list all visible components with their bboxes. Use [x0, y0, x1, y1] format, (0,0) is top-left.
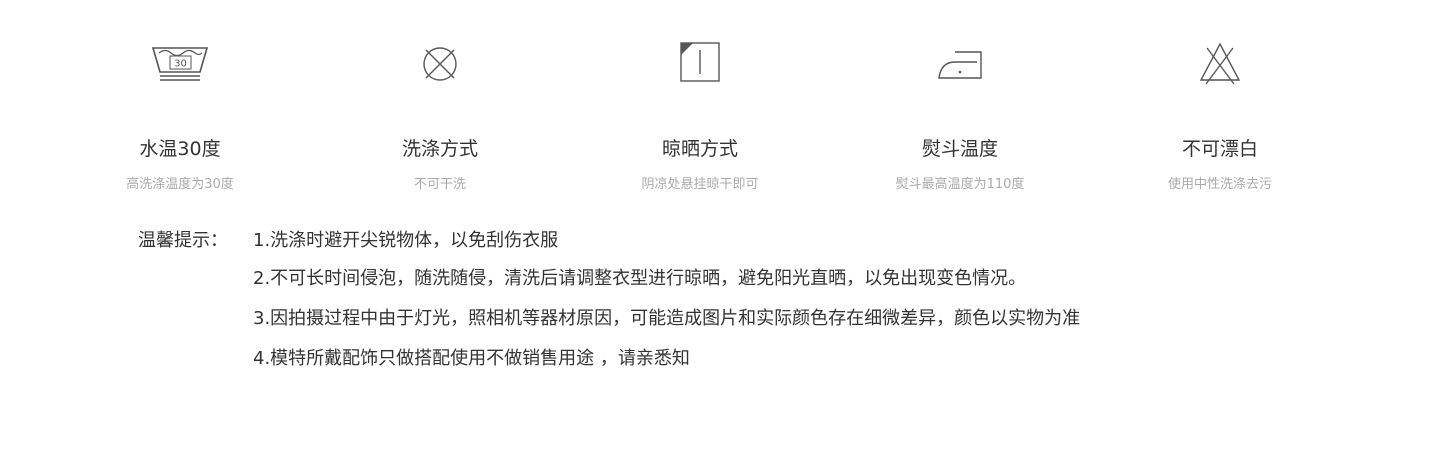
care-item-bleach: 不可漂白 使用中性洗涤去污	[1130, 28, 1310, 198]
wash-temperature-number: 30	[174, 59, 187, 70]
care-item-title: 洗涤方式	[401, 138, 478, 160]
tips-label: 温馨提示：	[138, 230, 228, 251]
care-item-wash-method: 洗涤方式 不可干洗	[350, 28, 530, 198]
care-item-description: 使用中性洗涤去污	[1167, 177, 1272, 192]
do-not-bleach-icon	[1185, 28, 1255, 98]
care-item-title: 熨斗温度	[921, 138, 998, 160]
care-item-drying-method: 晾晒方式 阴凉处悬挂晾干即可	[610, 28, 790, 198]
tips-line-2: 2.不可长时间侵泡，随洗随侵，清洗后请调整衣型进行晾晒，避免阳光直晒，以免出现变…	[253, 268, 1027, 289]
care-instructions-row: 30 水温30度 高洗涤温度为30度 洗涤方式 不可干洗 晾晒方式 阴凉处悬挂晾…	[90, 28, 1350, 198]
care-item-title: 不可漂白	[1181, 138, 1258, 160]
tips-line-1: 1.洗涤时避开尖锐物体，以免刮伤衣服	[253, 230, 559, 251]
tips-line-4: 4.模特所戴配饰只做搭配使用不做销售用途 ，请亲悉知	[253, 348, 690, 369]
tips-line-3: 3.因拍摄过程中由于灯光，照相机等器材原因，可能造成图片和实际颜色存在细微差异，…	[253, 308, 1081, 329]
care-item-wash-temperature: 30 水温30度 高洗涤温度为30度	[90, 28, 270, 198]
care-item-title: 水温30度	[139, 138, 221, 160]
care-item-title: 晾晒方式	[661, 138, 738, 160]
iron-low-heat-icon	[925, 28, 995, 98]
care-item-description: 熨斗最高温度为110度	[895, 177, 1025, 192]
wash-30-basin-icon: 30	[145, 28, 215, 98]
care-item-description: 不可干洗	[413, 177, 466, 192]
care-item-description: 阴凉处悬挂晾干即可	[641, 177, 759, 192]
care-item-iron-temperature: 熨斗温度 熨斗最高温度为110度	[870, 28, 1050, 198]
line-dry-shade-icon	[665, 28, 735, 98]
care-item-description: 高洗涤温度为30度	[126, 177, 234, 192]
do-not-tumble-dry-icon	[405, 28, 475, 98]
